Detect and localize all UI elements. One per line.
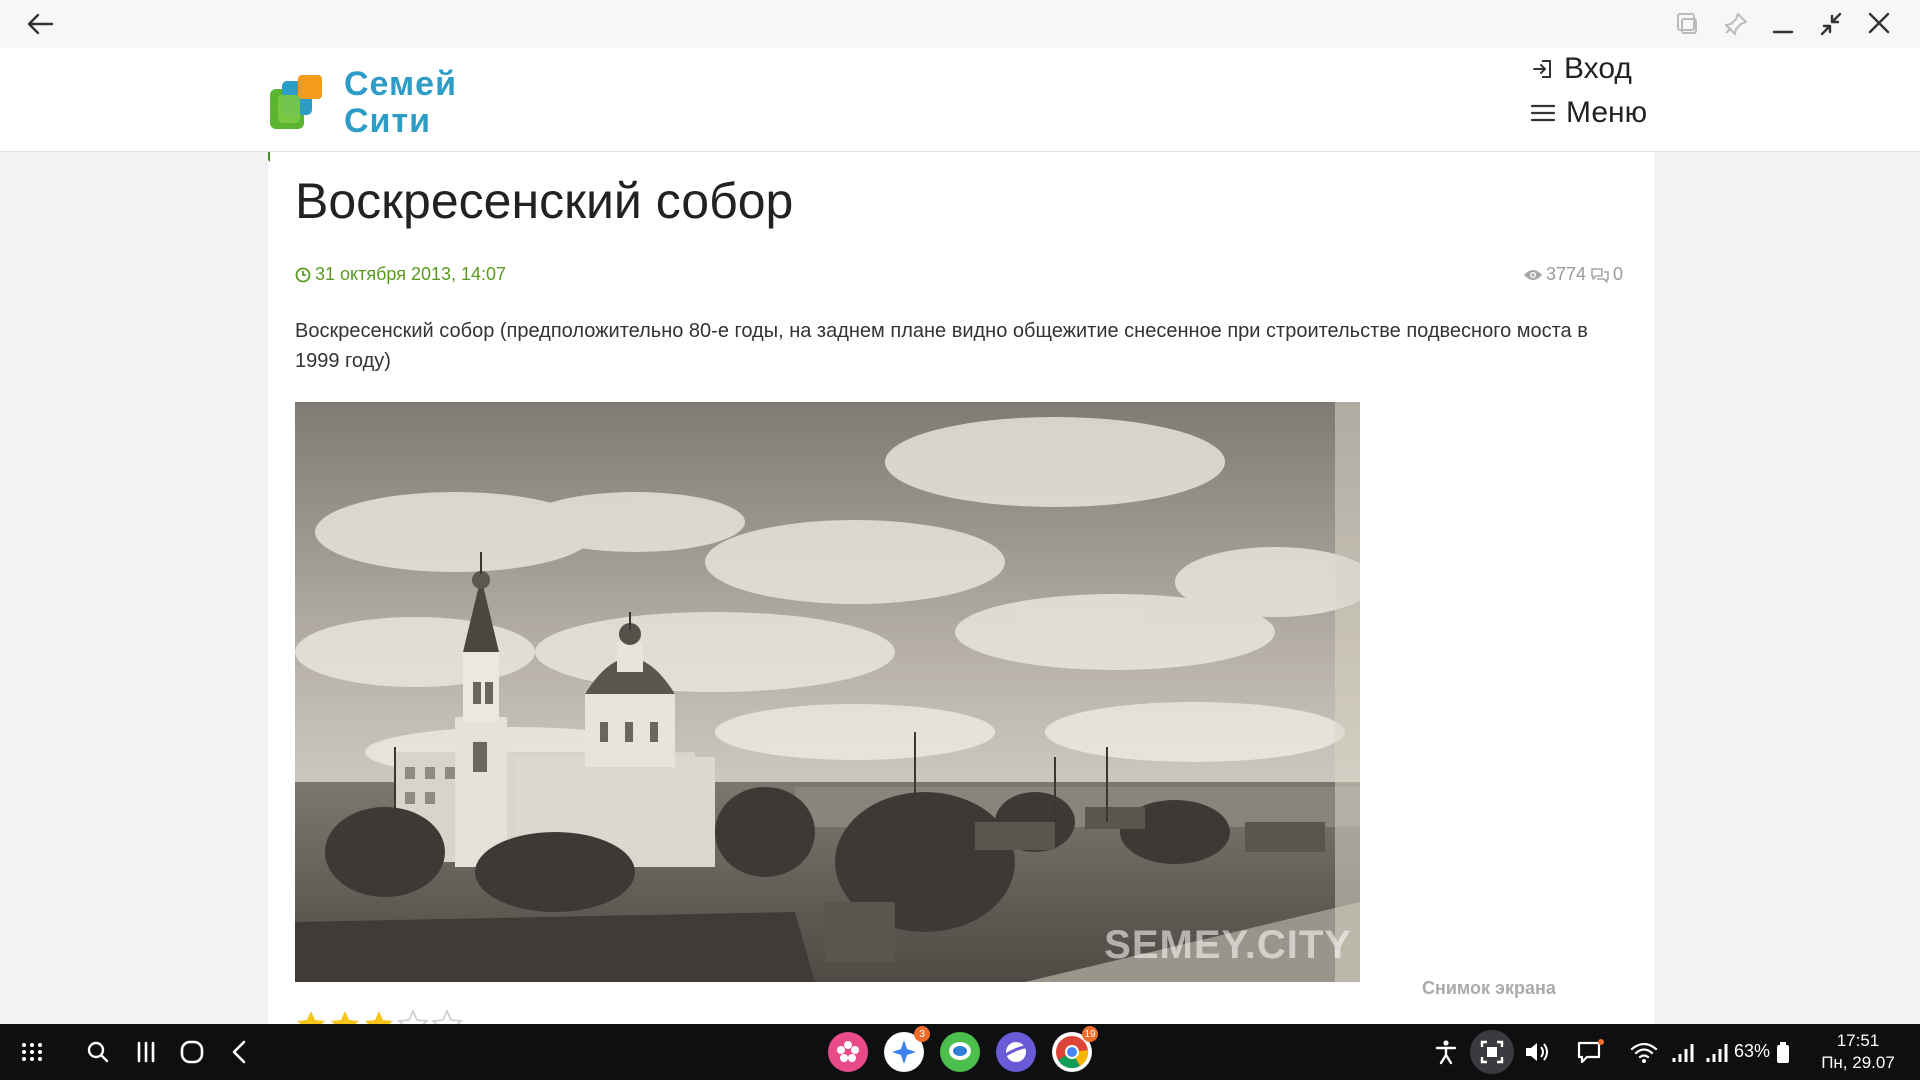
notifications-icon[interactable] <box>1574 1036 1606 1068</box>
comments-count: 0 <box>1612 264 1623 284</box>
internet-app-icon[interactable] <box>996 1032 1036 1072</box>
site-logo[interactable]: Семей Сити <box>270 66 457 140</box>
screenshot-tooltip: Снимок экрана <box>1422 978 1556 998</box>
search-icon[interactable] <box>82 1036 114 1068</box>
article-title: Воскресенский собор <box>295 173 794 229</box>
article-date: 31 октября 2013, 14:07 <box>295 264 506 285</box>
logo-text: Семей Сити <box>344 66 457 140</box>
eye-icon <box>1523 269 1542 280</box>
login-label: Вход <box>1564 52 1632 85</box>
signal-strength-2-icon <box>1706 1044 1728 1062</box>
multi-window-icon[interactable] <box>1672 10 1702 38</box>
login-icon <box>1533 60 1551 78</box>
article-photo[interactable]: SEMEY.CITY <box>295 402 1360 982</box>
home-button-icon[interactable] <box>176 1036 208 1068</box>
menu-label: Меню <box>1566 96 1648 129</box>
battery-icon <box>1777 1042 1789 1063</box>
chat-bubble-icon <box>949 1042 971 1060</box>
comments-icon[interactable] <box>1590 267 1610 283</box>
battery-percentage: 63% <box>1734 1041 1771 1061</box>
article-card: Воскресенский собор 31 октября 2013, 14:… <box>268 152 1654 1024</box>
pin-icon[interactable] <box>1720 10 1750 38</box>
logo-line-2: Сити <box>344 102 432 140</box>
star-filled-icon[interactable] <box>363 1008 395 1024</box>
restore-window-icon[interactable] <box>1816 10 1846 38</box>
messages-app-icon[interactable] <box>940 1032 980 1072</box>
rating-stars[interactable] <box>295 1008 465 1024</box>
clock[interactable]: 17:51 Пн, 29.07 <box>1808 1030 1908 1074</box>
views-count: 3774 <box>1545 264 1586 284</box>
clock-icon <box>295 267 311 282</box>
chrome-badge: 19 <box>1082 1026 1098 1042</box>
chrome-app-icon[interactable]: 19 <box>1052 1026 1098 1072</box>
assistant-app-icon[interactable]: 3 <box>884 1026 930 1072</box>
article-description: Воскресенский собор (предположительно 80… <box>295 320 1588 372</box>
star-filled-icon[interactable] <box>295 1008 327 1024</box>
wifi-icon[interactable] <box>1628 1036 1660 1068</box>
flower-app-icon[interactable] <box>828 1032 868 1072</box>
flower-glyph-icon <box>837 1041 859 1062</box>
minimize-icon[interactable] <box>1768 10 1798 38</box>
volume-icon[interactable] <box>1520 1036 1552 1068</box>
system-taskbar: 3 19 63% 17:51 Пн, 29.07 <box>0 1024 1920 1080</box>
clock-time: 17:51 <box>1836 1031 1880 1050</box>
photo-watermark: SEMEY.CITY <box>1104 923 1352 967</box>
signal-strength-icon <box>1672 1044 1694 1062</box>
star-empty-icon[interactable] <box>397 1008 429 1024</box>
close-window-icon[interactable] <box>1864 10 1894 38</box>
hamburger-menu-icon <box>1530 104 1556 122</box>
nav-back-icon[interactable] <box>224 1036 256 1068</box>
planet-icon <box>1003 1042 1030 1062</box>
screen-capture-icon <box>1480 1040 1504 1064</box>
star-filled-icon[interactable] <box>329 1008 361 1024</box>
back-arrow-icon[interactable] <box>24 10 56 38</box>
star-empty-icon[interactable] <box>431 1008 463 1024</box>
accessibility-icon[interactable] <box>1430 1036 1462 1068</box>
article-date-text: 31 октября 2013, 14:07 <box>315 264 507 284</box>
login-link[interactable]: Вход <box>1532 52 1632 86</box>
card-corner-accent <box>268 152 270 162</box>
menu-button[interactable]: Меню <box>1530 96 1647 130</box>
window-title-bar <box>0 0 1920 48</box>
screenshot-button[interactable] <box>1470 1030 1514 1074</box>
assistant-badge: 3 <box>914 1026 930 1042</box>
app-drawer-icon[interactable] <box>16 1036 48 1068</box>
logo-line-1: Семей <box>344 65 457 103</box>
recent-apps-icon[interactable] <box>130 1036 162 1068</box>
clock-date: Пн, 29.07 <box>1821 1053 1895 1072</box>
cathedral-photo-image <box>295 402 1360 982</box>
article-stats: 3774 0 <box>1523 264 1627 285</box>
site-header: Семей Сити Вход Меню <box>0 48 1920 152</box>
logo-mark-icon <box>270 75 326 131</box>
